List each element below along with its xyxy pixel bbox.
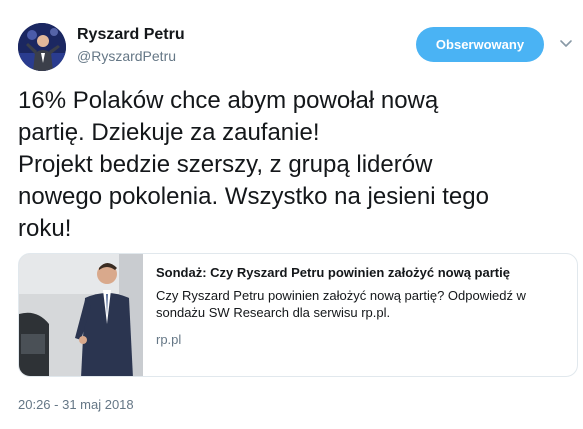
avatar[interactable] [18, 23, 66, 71]
tweet-timestamp[interactable]: 20:26 - 31 maj 2018 [18, 397, 134, 412]
chevron-down-icon[interactable] [558, 36, 574, 52]
avatar-image [18, 23, 66, 71]
author-name[interactable]: Ryszard Petru [77, 25, 185, 45]
author-block[interactable]: Ryszard Petru @RyszardPetru [77, 25, 185, 65]
link-card[interactable]: Sondaż: Czy Ryszard Petru powinien założ… [18, 253, 578, 377]
tweet-text: 16% Polaków chce abym powołał nową parti… [18, 87, 489, 242]
card-title[interactable]: Sondaż: Czy Ryszard Petru powinien założ… [156, 264, 566, 282]
following-button[interactable]: Obserwowany [416, 27, 544, 62]
card-image [19, 254, 143, 376]
card-body: Sondaż: Czy Ryszard Petru powinien założ… [156, 264, 566, 349]
card-description: Czy Ryszard Petru powinien założyć nową … [156, 288, 526, 320]
author-handle[interactable]: @RyszardPetru [77, 47, 185, 65]
card-domain: rp.pl [156, 332, 182, 347]
tweet: Ryszard Petru @RyszardPetru Obserwowany … [0, 0, 583, 429]
